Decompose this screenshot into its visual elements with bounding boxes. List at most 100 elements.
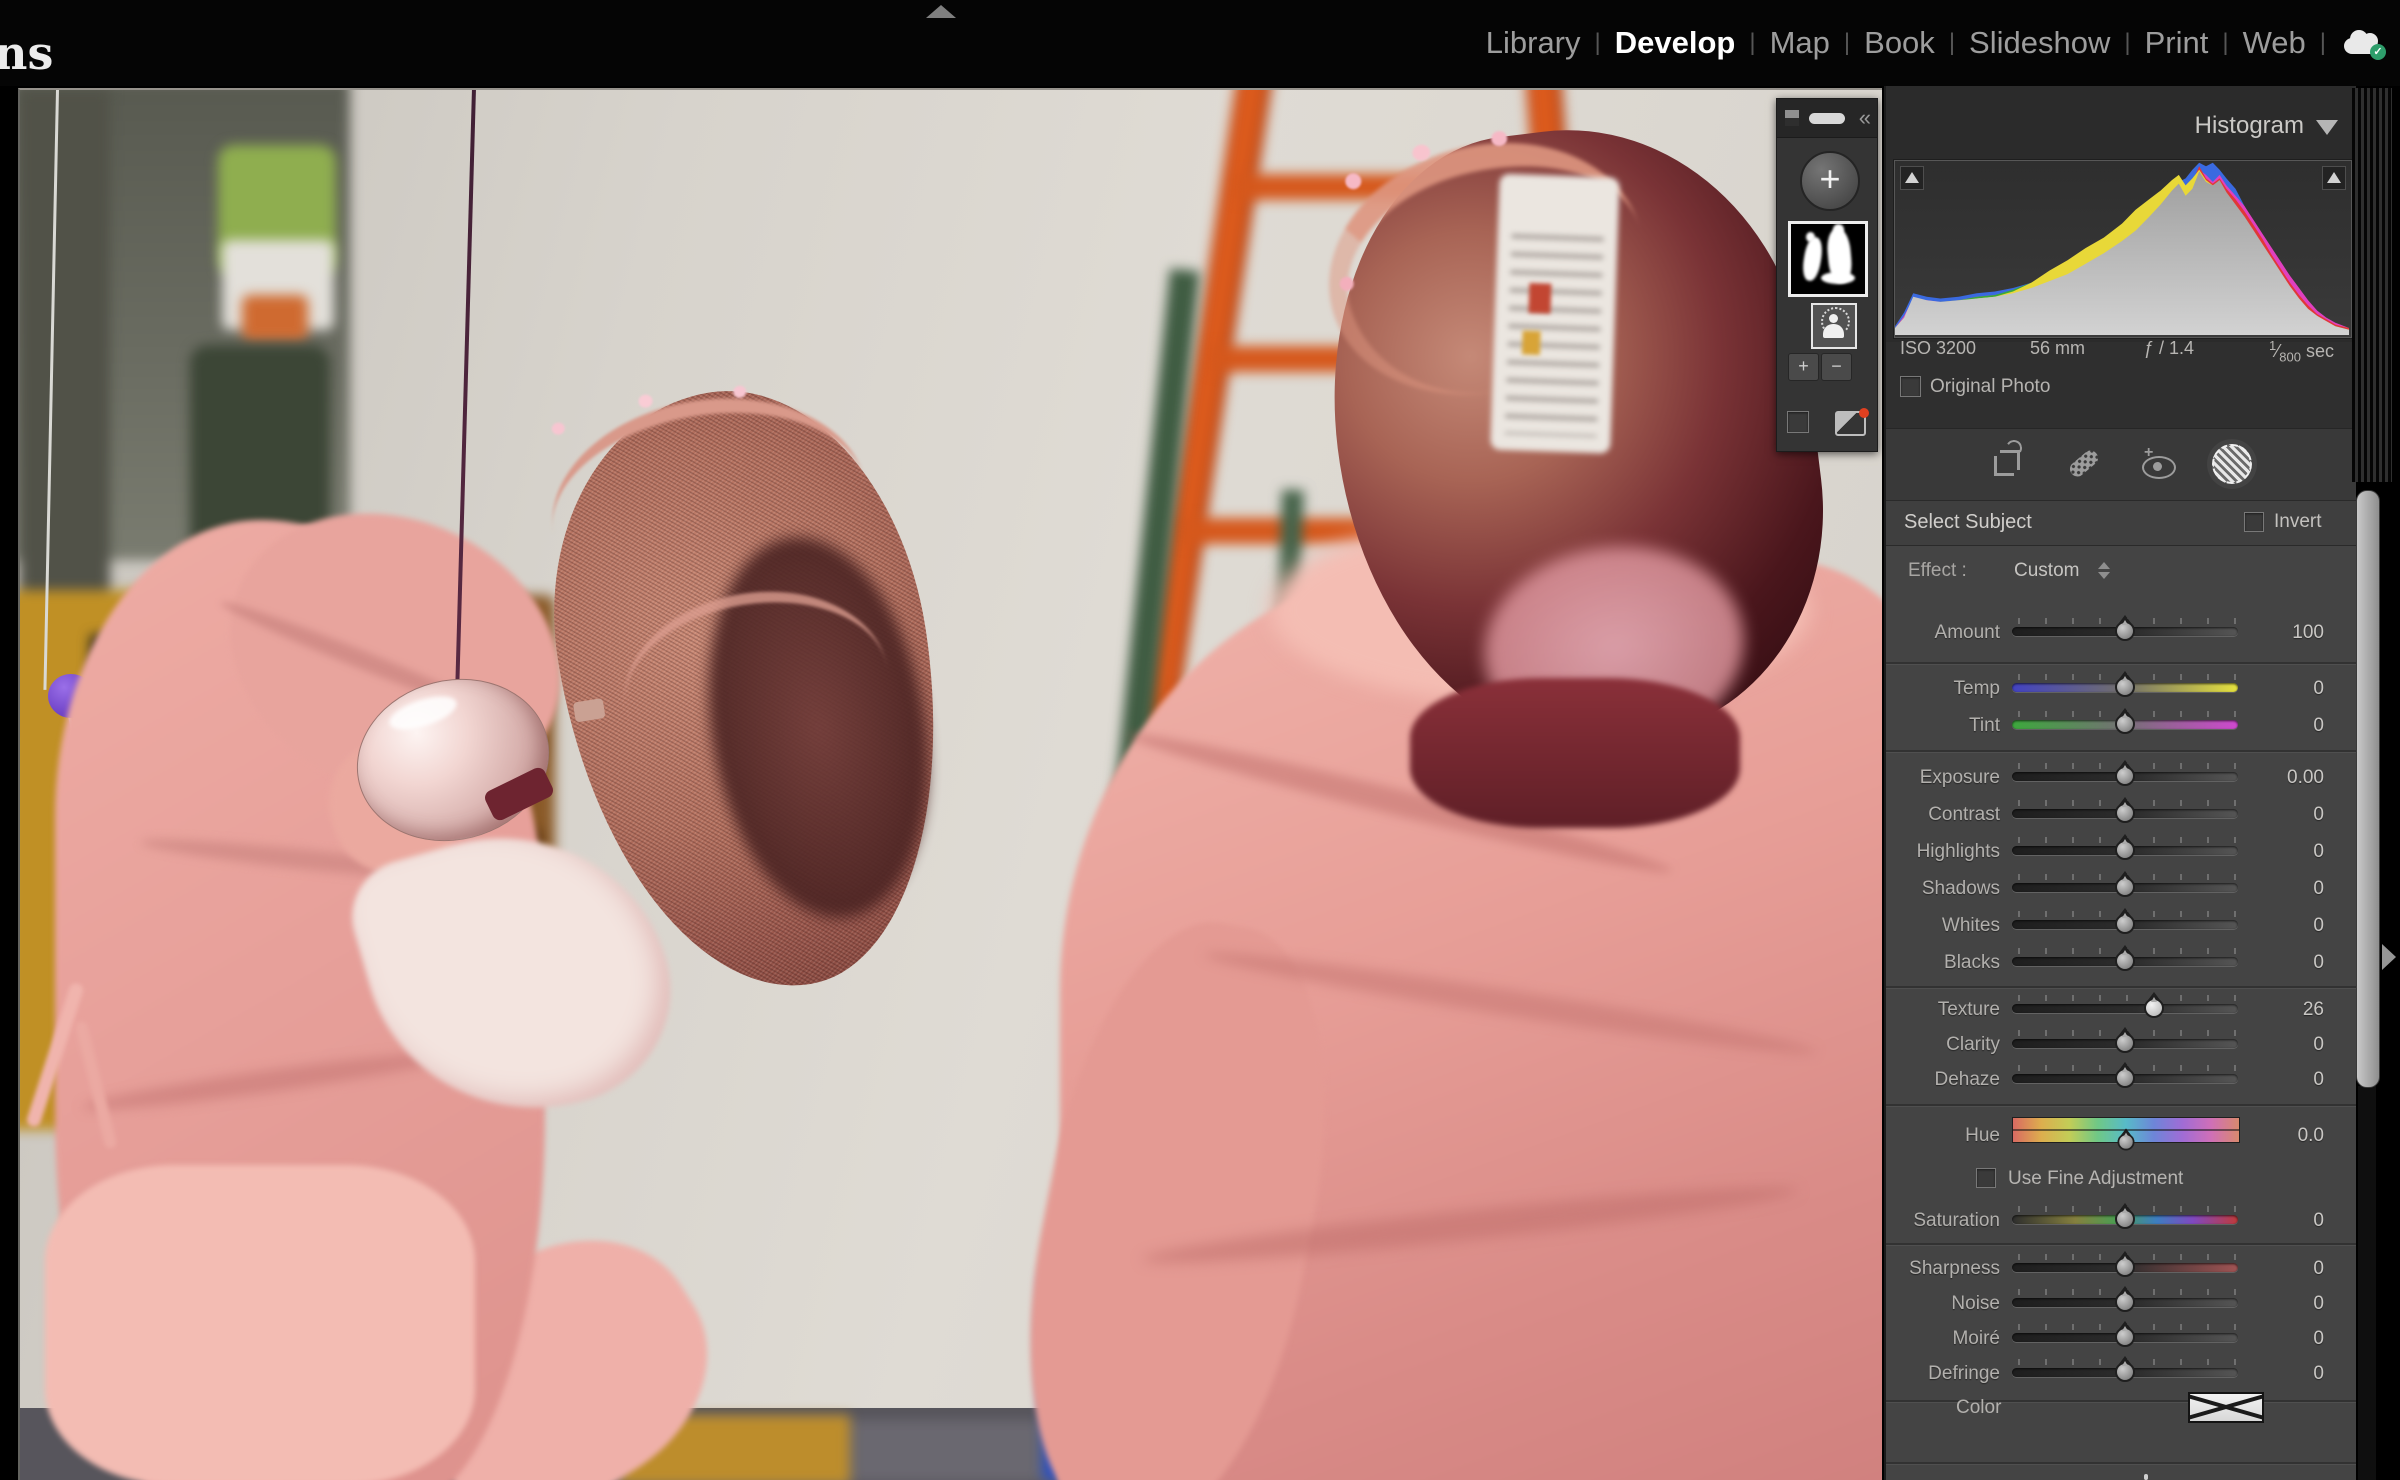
invert-checkbox[interactable] (2244, 512, 2264, 532)
photo-canvas[interactable] (18, 88, 1882, 1480)
shadow-clipping-triangle-icon[interactable] (1900, 166, 1924, 190)
defringe-slider[interactable] (2012, 1368, 2238, 1377)
shutter-value: 1⁄800 sec (2269, 338, 2334, 365)
scrollbar-track[interactable] (2358, 1086, 2376, 1480)
hue-slider[interactable] (2012, 1117, 2240, 1143)
red-eye-icon[interactable]: + (2136, 442, 2180, 486)
hue-slider-thumb[interactable] (2118, 1134, 2135, 1151)
dehaze-slider-thumb[interactable] (2115, 1068, 2135, 1088)
shadows-slider-thumb[interactable] (2115, 877, 2135, 897)
temp-slider-thumb[interactable] (2115, 677, 2135, 697)
crop-overlay-icon[interactable] (1986, 442, 2030, 486)
panel-divider (1886, 1104, 2356, 1106)
shadows-slider[interactable] (2012, 883, 2238, 892)
drag-pill-icon[interactable] (1809, 113, 1845, 124)
saturation-slider-thumb[interactable] (2115, 1209, 2135, 1229)
moire-slider-thumb[interactable] (2115, 1327, 2135, 1347)
contrast-value[interactable]: 0 (2252, 804, 2324, 826)
chevrons-left-icon[interactable]: « (1859, 105, 1871, 131)
noise-slider[interactable] (2012, 1298, 2238, 1307)
healing-icon[interactable] (2062, 442, 2106, 486)
sharpness-value[interactable]: 0 (2252, 1258, 2324, 1280)
effect-value-dropdown[interactable]: Custom (2014, 560, 2079, 582)
exposure-slider[interactable] (2012, 772, 2238, 781)
histogram-panel-title[interactable]: Histogram (2195, 112, 2304, 140)
scrollbar-thumb[interactable] (2356, 490, 2380, 1088)
mask-1-thumbnail[interactable] (1788, 221, 1868, 297)
select-subject-bar[interactable]: Select Subject Invert (1886, 500, 2356, 546)
tint-slider[interactable] (2012, 720, 2238, 729)
defringe-slider-thumb[interactable] (2115, 1362, 2135, 1382)
strap-glint (638, 394, 654, 409)
clarity-slider[interactable] (2012, 1039, 2238, 1048)
dehaze-slider[interactable] (2012, 1074, 2238, 1083)
subtract-from-mask-button[interactable]: − (1821, 353, 1852, 381)
whites-value[interactable]: 0 (2252, 915, 2324, 937)
nav-item-book[interactable]: Book (1850, 25, 1949, 61)
highlights-slider[interactable] (2012, 846, 2238, 855)
moire-slider[interactable] (2012, 1333, 2238, 1342)
blacks-slider[interactable] (2012, 957, 2238, 966)
exposure-value[interactable]: 0.00 (2252, 767, 2324, 789)
sharpness-slider[interactable] (2012, 1263, 2238, 1272)
whites-slider-thumb[interactable] (2115, 914, 2135, 934)
temp-value[interactable]: 0 (2252, 678, 2324, 700)
mask-overlay-mode-icon[interactable] (1785, 110, 1799, 126)
tool-strip (1886, 428, 2356, 501)
exposure-slider-thumb[interactable] (2115, 766, 2135, 786)
nav-item-develop[interactable]: Develop (1601, 25, 1750, 61)
texture-slider-thumb[interactable] (2144, 998, 2164, 1018)
clarity-slider-thumb[interactable] (2115, 1033, 2135, 1053)
dehaze-value[interactable]: 0 (2252, 1069, 2324, 1091)
amount-slider-thumb[interactable] (2115, 621, 2135, 641)
noise-value[interactable]: 0 (2252, 1293, 2324, 1315)
effect-dropdown-arrows-icon[interactable] (2098, 562, 2110, 579)
nav-item-web[interactable]: Web (2229, 25, 2320, 61)
clarity-value[interactable]: 0 (2252, 1034, 2324, 1056)
nav-item-slideshow[interactable]: Slideshow (1955, 25, 2124, 61)
saturation-slider[interactable] (2012, 1215, 2238, 1224)
whites-slider[interactable] (2012, 920, 2238, 929)
right-panel-arrow-icon[interactable] (2382, 944, 2396, 970)
masks-panel-header[interactable]: « (1777, 99, 1877, 138)
highlights-slider-thumb[interactable] (2115, 840, 2135, 860)
nav-item-print[interactable]: Print (2131, 25, 2223, 61)
sharpness-slider-thumb[interactable] (2115, 1257, 2135, 1277)
original-photo-checkbox[interactable] (1900, 376, 1921, 397)
amount-value[interactable]: 100 (2252, 622, 2324, 644)
highlights-value[interactable]: 0 (2252, 841, 2324, 863)
texture-slider[interactable] (2012, 1004, 2238, 1013)
temp-slider[interactable] (2012, 683, 2238, 692)
blacks-value[interactable]: 0 (2252, 952, 2324, 974)
add-to-mask-button[interactable]: + (1788, 353, 1819, 381)
show-overlay-checkbox[interactable] (1787, 411, 1809, 433)
sync-cloud-icon[interactable]: ✓ (2342, 28, 2386, 58)
hue-value[interactable]: 0.0 (2252, 1125, 2324, 1147)
fine-adjustment-checkbox[interactable] (1976, 1168, 1996, 1188)
amount-slider[interactable] (2012, 627, 2238, 636)
strap-glint (551, 422, 566, 436)
texture-value[interactable]: 26 (2252, 999, 2324, 1021)
highlight-clipping-triangle-icon[interactable] (2322, 166, 2346, 190)
saturation-value[interactable]: 0 (2252, 1210, 2324, 1232)
noise-slider-thumb[interactable] (2115, 1292, 2135, 1312)
histogram-collapse-arrow-icon[interactable] (2316, 120, 2338, 135)
add-mask-button[interactable]: + (1800, 151, 1860, 211)
mask-overlay-icon[interactable] (1835, 411, 1866, 436)
tint-slider-thumb[interactable] (2115, 714, 2135, 734)
masking-icon[interactable] (2208, 442, 2252, 486)
nav-item-library[interactable]: Library (1472, 25, 1595, 61)
color-swatch-none[interactable] (2188, 1392, 2264, 1423)
hue-label: Hue (1886, 1125, 2000, 1147)
nav-item-map[interactable]: Map (1756, 25, 1844, 61)
blacks-slider-thumb[interactable] (2115, 951, 2135, 971)
contrast-slider-thumb[interactable] (2115, 803, 2135, 823)
collapse-top-arrow-icon[interactable] (926, 5, 956, 18)
tint-value[interactable]: 0 (2252, 715, 2324, 737)
subject-component-thumbnail[interactable] (1811, 303, 1857, 349)
shadows-value[interactable]: 0 (2252, 878, 2324, 900)
contrast-slider[interactable] (2012, 809, 2238, 818)
moire-value[interactable]: 0 (2252, 1328, 2324, 1350)
histogram[interactable] (1894, 160, 2352, 338)
defringe-value[interactable]: 0 (2252, 1363, 2324, 1385)
